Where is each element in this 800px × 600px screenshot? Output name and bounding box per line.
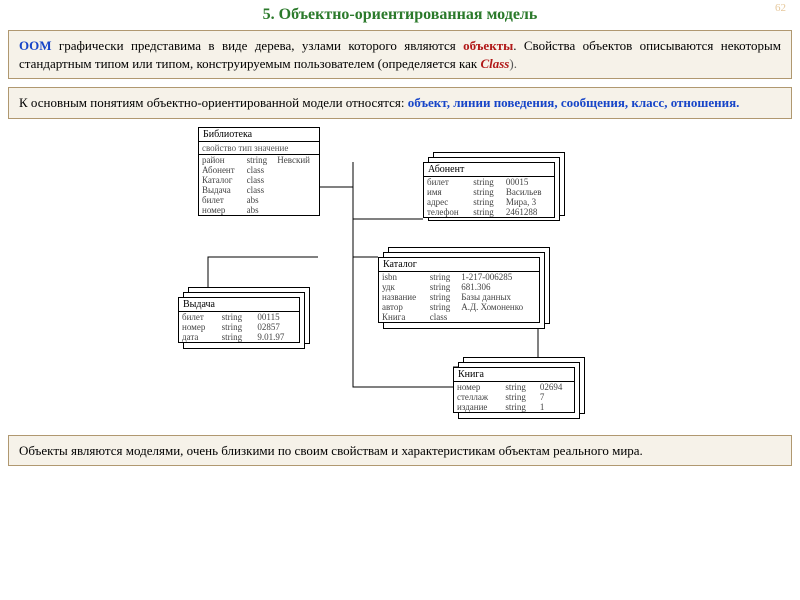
attr-table: районstringНевский Абонентclass Каталогc… [199, 155, 319, 215]
attr-table: билетstring00115 номерstring02857 датаst… [179, 312, 299, 342]
concepts-box: К основным понятиям объектно-ориентирова… [8, 87, 792, 119]
txt: графически представима в виде дерева, уз… [52, 38, 464, 53]
footer-box: Объекты являются моделями, очень близким… [8, 435, 792, 467]
table-row: Выдачаclass [199, 185, 319, 195]
table-row: районstringНевский [199, 155, 319, 165]
class-abonent: Абонент билетstring00015 имяstringВасиль… [423, 162, 555, 218]
table-row: билетstring00015 [424, 177, 554, 187]
table-row: билетstring00115 [179, 312, 299, 322]
class-book: Книга номерstring02694 стеллажstring7 из… [453, 367, 575, 413]
class-catalog: Каталог isbnstring1-217-006285 удкstring… [378, 257, 540, 323]
table-row: изданиеstring1 [454, 402, 574, 412]
table-row: номерabs [199, 205, 319, 215]
slide: 62 5. Объектно-ориентированная модель ОО… [0, 0, 800, 478]
txt: К основным понятиям объектно-ориентирова… [19, 95, 408, 110]
table-row: телефонstring2461288 [424, 207, 554, 217]
cols: свойство тип значение [199, 142, 319, 155]
table-row: номерstring02694 [454, 382, 574, 392]
uml-diagram: Библиотека свойство тип значение районst… [8, 127, 792, 427]
table-row: имяstringВасильев [424, 187, 554, 197]
class-issue: Выдача билетstring00115 номерstring02857… [178, 297, 300, 343]
table-row: стеллажstring7 [454, 392, 574, 402]
attr-table: isbnstring1-217-006285 удкstring681.306 … [379, 272, 539, 322]
attr-table: номерstring02694 стеллажstring7 изданиеs… [454, 382, 574, 412]
table-row: Книгаclass [379, 312, 539, 322]
table-row: isbnstring1-217-006285 [379, 272, 539, 282]
class-library: Библиотека свойство тип значение районst… [198, 127, 320, 216]
class-title: Абонент [424, 163, 554, 177]
class-title: Книга [454, 368, 574, 382]
concepts-list: объект, линии поведения, сообщения, клас… [408, 95, 740, 110]
class-title: Библиотека [199, 128, 319, 142]
class-title: Каталог [379, 258, 539, 272]
page-title: 5. Объектно-ориентированная модель [8, 6, 792, 24]
class-term: Class [480, 56, 509, 71]
objects-term: объекты [463, 38, 513, 53]
table-row: Каталогclass [199, 175, 319, 185]
table-row: датаstring9.01.97 [179, 332, 299, 342]
table-row: номерstring02857 [179, 322, 299, 332]
page-number: 62 [775, 2, 786, 14]
attr-table: билетstring00015 имяstringВасильев адрес… [424, 177, 554, 217]
class-title: Выдача [179, 298, 299, 312]
table-row: билетabs [199, 195, 319, 205]
txt: ). [509, 56, 517, 71]
table-row: удкstring681.306 [379, 282, 539, 292]
oom-term: ООМ [19, 38, 52, 53]
table-row: Абонентclass [199, 165, 319, 175]
table-row: названиеstringБазы данных [379, 292, 539, 302]
table-row: авторstringА.Д. Хомоненко [379, 302, 539, 312]
table-row: адресstringМира, 3 [424, 197, 554, 207]
intro-box: ООМ графически представима в виде дерева… [8, 30, 792, 79]
